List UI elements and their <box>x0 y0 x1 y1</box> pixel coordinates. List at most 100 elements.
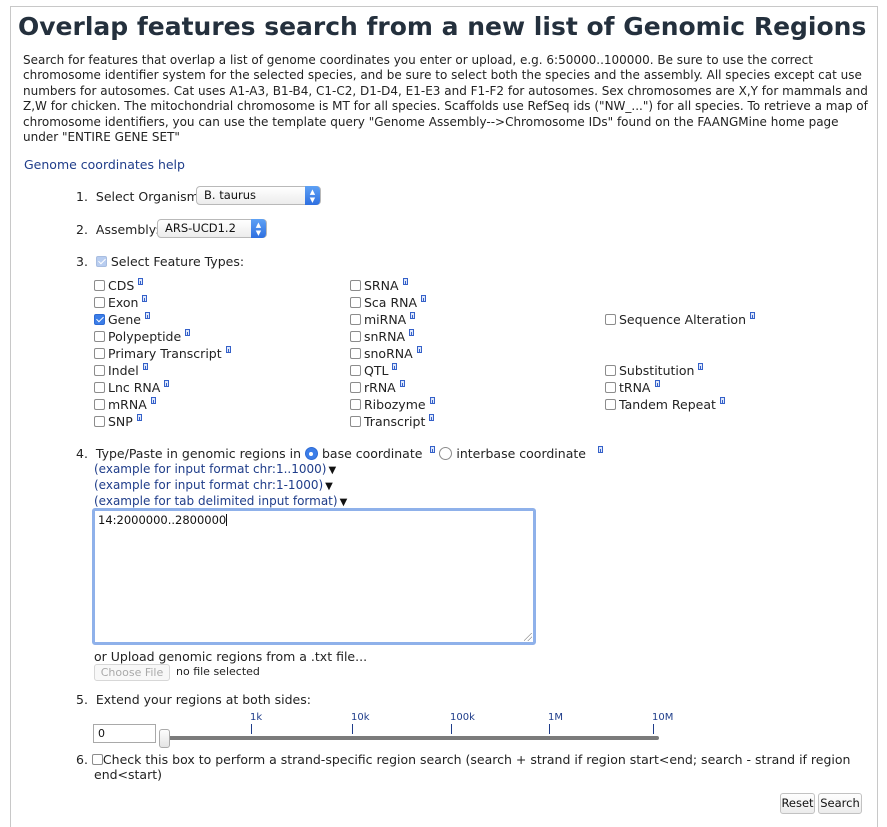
feature-type-checkbox[interactable] <box>94 280 105 291</box>
feature-type-label: Sca RNA <box>364 295 418 310</box>
info-icon[interactable] <box>421 295 427 302</box>
example-format-toggle-1[interactable]: (example for input format chr:1..1000) ▼ <box>94 462 336 476</box>
info-icon[interactable] <box>142 363 148 370</box>
feature-type-checkbox[interactable] <box>94 331 105 342</box>
info-icon[interactable] <box>145 312 150 319</box>
feature-type-checkbox[interactable] <box>605 399 616 410</box>
extend-value-input[interactable]: 0 <box>93 724 156 743</box>
feature-type-label: Lnc RNA <box>108 380 161 395</box>
resize-grip-icon[interactable] <box>524 633 532 641</box>
info-icon[interactable] <box>410 312 416 319</box>
select-all-feature-types-checkbox[interactable] <box>95 256 107 267</box>
search-button[interactable]: Search <box>818 793 862 814</box>
info-icon[interactable] <box>399 380 405 387</box>
feature-type-checkbox[interactable] <box>605 382 616 393</box>
info-icon[interactable] <box>654 380 660 387</box>
info-icon[interactable] <box>225 346 231 353</box>
feature-type-checkbox[interactable] <box>350 348 361 359</box>
interbase-coordinate-radio[interactable] <box>439 447 453 460</box>
feature-type-checkbox[interactable] <box>94 416 105 427</box>
feature-type-col2-4[interactable]: snoRNA <box>350 346 422 361</box>
extend-slider-track[interactable] <box>163 736 659 740</box>
feature-type-checkbox[interactable] <box>350 382 361 393</box>
feature-type-checkbox[interactable] <box>350 331 361 342</box>
regions-label: Type/Paste in genomic regions in <box>95 446 301 461</box>
upload-label: or Upload genomic regions from a .txt fi… <box>94 649 368 664</box>
info-icon[interactable] <box>164 380 170 387</box>
strand-specific-checkbox[interactable] <box>91 754 103 765</box>
feature-type-checkbox[interactable] <box>94 365 105 376</box>
info-icon[interactable] <box>392 363 398 370</box>
feature-type-col1-8[interactable]: SNP <box>94 414 142 429</box>
feature-type-label: CDS <box>108 278 135 293</box>
caret-down-icon: ▼ <box>328 465 337 476</box>
info-icon[interactable] <box>150 397 156 404</box>
feature-type-checkbox[interactable] <box>94 348 105 359</box>
feature-type-col1-0[interactable]: CDS <box>94 278 144 293</box>
interbase-coordinate-label: interbase coordinate <box>456 446 586 461</box>
info-icon[interactable] <box>429 397 435 404</box>
feature-type-checkbox[interactable] <box>350 314 361 325</box>
reset-button[interactable]: Reset <box>780 793 815 814</box>
feature-type-checkbox[interactable] <box>94 399 105 410</box>
feature-type-label: mRNA <box>108 397 147 412</box>
feature-type-col1-4[interactable]: Primary Transcript <box>94 346 231 361</box>
feature-type-col3-0[interactable]: Sequence Alteration <box>605 312 755 327</box>
info-icon[interactable] <box>429 414 435 421</box>
example-format-label: (example for input format chr:1..1000) <box>94 462 327 476</box>
feature-type-col3-1[interactable]: Substitution <box>605 363 704 378</box>
feature-type-col1-5[interactable]: Indel <box>94 363 148 378</box>
info-icon[interactable] <box>416 346 422 353</box>
info-icon[interactable] <box>430 446 436 453</box>
feature-type-checkbox[interactable] <box>350 416 361 427</box>
info-icon[interactable] <box>402 278 408 285</box>
feature-type-checkbox[interactable] <box>605 365 616 376</box>
feature-types-label: Select Feature Types: <box>110 254 245 269</box>
feature-type-col3-3[interactable]: Tandem Repeat <box>605 397 725 412</box>
info-icon[interactable] <box>698 363 704 370</box>
info-icon[interactable] <box>142 295 148 302</box>
extend-slider-handle[interactable] <box>159 729 170 748</box>
feature-type-checkbox[interactable] <box>350 365 361 376</box>
text-caret <box>226 514 228 526</box>
feature-type-col2-1[interactable]: Sca RNA <box>350 295 427 310</box>
feature-type-checkbox[interactable] <box>350 297 361 308</box>
genomic-regions-textarea[interactable]: 14:2000000..2800000 <box>92 508 536 645</box>
feature-type-checkbox[interactable] <box>350 399 361 410</box>
feature-type-col2-6[interactable]: rRNA <box>350 380 405 395</box>
example-format-toggle-3[interactable]: (example for tab delimited input format)… <box>94 494 347 508</box>
feature-type-checkbox[interactable] <box>350 280 361 291</box>
feature-type-col1-6[interactable]: Lnc RNA <box>94 380 170 395</box>
feature-type-col1-1[interactable]: Exon <box>94 295 148 310</box>
feature-type-label: Tandem Repeat <box>619 397 716 412</box>
choose-file-button[interactable]: Choose File <box>94 664 170 681</box>
feature-type-col2-0[interactable]: SRNA <box>350 278 408 293</box>
feature-type-col2-2[interactable]: miRNA <box>350 312 416 327</box>
feature-type-col1-2[interactable]: Gene <box>94 312 150 327</box>
info-icon[interactable] <box>409 329 415 336</box>
info-icon[interactable] <box>138 278 144 285</box>
feature-type-col1-3[interactable]: Polypeptide <box>94 329 191 344</box>
info-icon[interactable] <box>185 329 191 336</box>
feature-type-checkbox[interactable] <box>94 382 105 393</box>
feature-type-col2-8[interactable]: Transcript <box>350 414 435 429</box>
info-icon[interactable] <box>136 414 142 421</box>
feature-type-col3-2[interactable]: tRNA <box>605 380 660 395</box>
info-icon[interactable] <box>719 397 725 404</box>
info-icon[interactable] <box>597 446 603 453</box>
feature-type-checkbox[interactable] <box>94 297 105 308</box>
feature-type-col2-3[interactable]: snRNA <box>350 329 415 344</box>
feature-type-col2-5[interactable]: QTL <box>350 363 398 378</box>
assembly-select[interactable]: ARS-UCD1.2 ▲ ▼ <box>157 219 267 238</box>
example-format-toggle-2[interactable]: (example for input format chr:1-1000) ▼ <box>94 478 333 492</box>
feature-type-checkbox[interactable] <box>94 314 105 325</box>
base-coordinate-radio[interactable] <box>304 447 318 460</box>
step-number: 3. <box>76 254 88 269</box>
info-icon[interactable] <box>750 312 755 319</box>
feature-type-col1-7[interactable]: mRNA <box>94 397 156 412</box>
page-title: Overlap features search from a new list … <box>18 12 867 41</box>
genome-coordinates-help-link[interactable]: Genome coordinates help <box>24 157 185 172</box>
feature-type-col2-7[interactable]: Ribozyme <box>350 397 435 412</box>
organism-select[interactable]: B. taurus ▲ ▼ <box>196 186 321 205</box>
feature-type-checkbox[interactable] <box>605 314 616 325</box>
